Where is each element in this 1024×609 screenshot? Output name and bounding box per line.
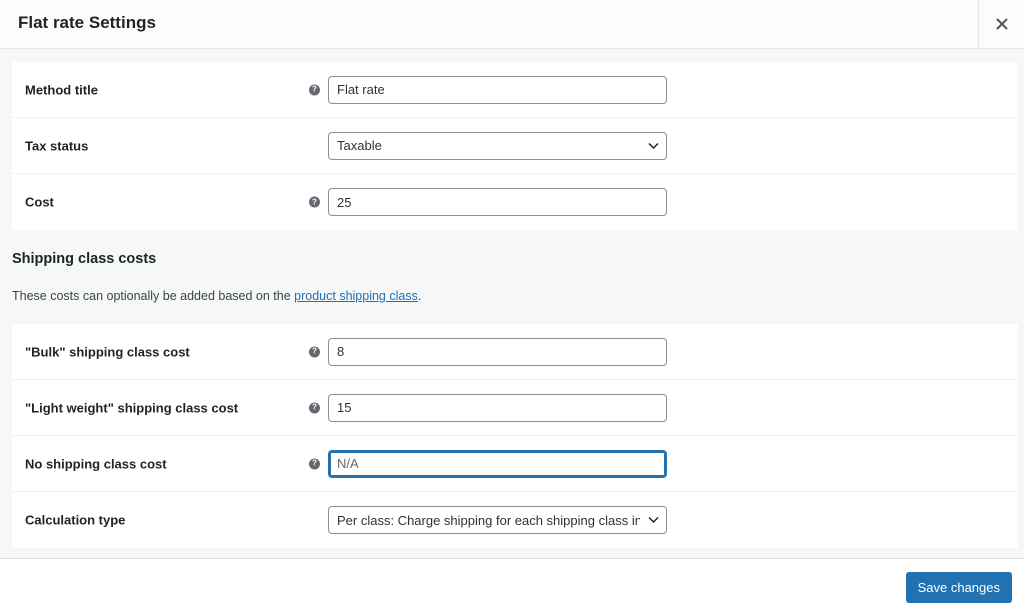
method-title-row: Method title ? [12, 62, 1018, 118]
no-class-cost-input[interactable] [328, 449, 667, 478]
calculation-type-select[interactable]: Per class: Charge shipping for each ship… [328, 506, 667, 534]
help-icon[interactable]: ? [309, 84, 320, 95]
tax-status-select[interactable]: Taxable [328, 131, 667, 160]
general-settings-panel: Method title ? Tax status Taxable Cost ? [12, 62, 1018, 230]
modal-header: Flat rate Settings [0, 0, 1024, 49]
shipping-class-costs-description: These costs can optionally be added base… [12, 289, 421, 303]
no-class-cost-label: No shipping class cost [25, 456, 167, 471]
tax-status-row: Tax status Taxable [12, 118, 1018, 174]
product-shipping-class-link[interactable]: product shipping class [294, 289, 418, 303]
light-weight-cost-row: "Light weight" shipping class cost ? [12, 380, 1018, 436]
method-title-label: Method title [25, 82, 98, 97]
calculation-type-value: Per class: Charge shipping for each ship… [337, 512, 640, 528]
bulk-cost-input[interactable] [328, 337, 667, 366]
bulk-cost-label: "Bulk" shipping class cost [25, 344, 190, 359]
cost-label: Cost [25, 194, 54, 210]
chevron-down-icon [648, 516, 659, 524]
tax-status-label: Tax status [25, 138, 89, 153]
no-class-cost-row: No shipping class cost ? [12, 436, 1018, 492]
chevron-down-icon [648, 142, 659, 149]
tax-status-value: Taxable [337, 138, 382, 153]
help-icon[interactable]: ? [309, 458, 320, 469]
help-icon[interactable]: ? [309, 346, 320, 357]
description-suffix: . [417, 289, 422, 303]
modal-title: Flat rate Settings [18, 13, 156, 32]
calculation-type-label: Calculation type [25, 512, 126, 528]
close-button[interactable] [978, 0, 1024, 48]
shipping-class-costs-panel: "Bulk" shipping class cost ? "Light weig… [12, 324, 1018, 548]
description-text: These costs can optionally be added base… [12, 289, 295, 303]
close-icon [996, 18, 1007, 30]
method-title-input[interactable] [328, 75, 667, 104]
light-weight-cost-label: "Light weight" shipping class cost [25, 400, 239, 415]
light-weight-cost-input[interactable] [328, 393, 667, 422]
bulk-cost-row: "Bulk" shipping class cost ? [12, 324, 1018, 380]
save-changes-button[interactable]: Save changes [905, 572, 1012, 603]
calculation-type-row: Calculation type Per class: Charge shipp… [12, 492, 1018, 548]
modal-footer: Save changes [0, 558, 1024, 609]
help-icon[interactable]: ? [309, 402, 320, 413]
help-icon[interactable]: ? [309, 196, 320, 208]
cost-input[interactable] [328, 188, 667, 216]
cost-row: Cost ? [12, 174, 1018, 230]
shipping-class-costs-heading: Shipping class costs [12, 251, 157, 267]
